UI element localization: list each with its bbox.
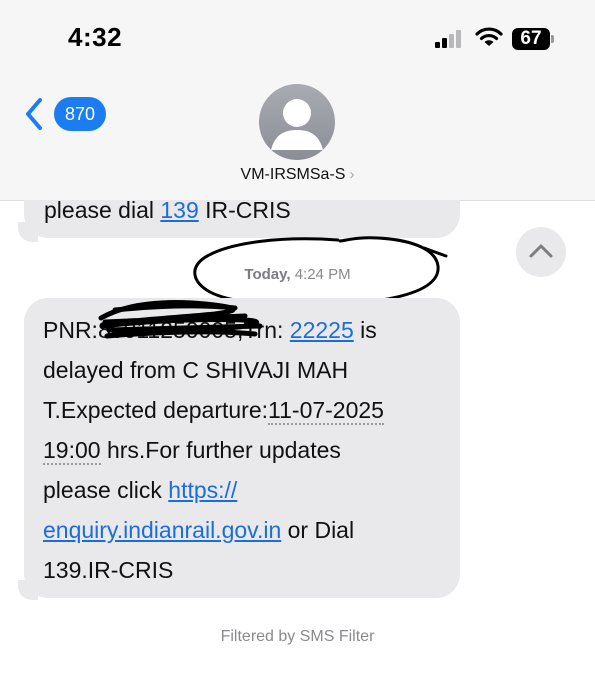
sms-filter-note: Filtered by SMS Filter <box>220 628 375 645</box>
url-link-part2[interactable]: enquiry.indianrail.gov.in <box>43 517 281 543</box>
departure-time[interactable]: 19:00 <box>43 437 101 465</box>
conversation-header: 4:32 67 870 VM-IRSMSa-S › <box>0 0 595 201</box>
line1-tail: is <box>353 317 377 343</box>
chevron-right-icon: › <box>349 166 355 183</box>
phone-link-139[interactable]: 139 <box>160 197 198 223</box>
message-bubble-tail <box>18 580 38 600</box>
unread-count-badge: 870 <box>54 97 107 131</box>
contact-name-label: VM-IRSMSa-S <box>240 166 346 183</box>
departure-date[interactable]: 11-07-2025 <box>268 397 384 425</box>
back-button[interactable]: 870 <box>20 96 110 132</box>
status-time: 4:32 <box>68 22 123 52</box>
redaction-scribble <box>98 300 263 339</box>
previous-message-bubble[interactable]: please dial 139 IR-CRIS <box>24 197 460 238</box>
person-avatar-icon[interactable] <box>259 84 335 160</box>
previous-message-text: please dial 139 IR-CRIS <box>44 190 291 230</box>
message-line-3: T.Expected departure: <box>43 397 269 423</box>
message-line-2: delayed from C SHIVAJI MAH <box>43 357 349 383</box>
url-link-part1[interactable]: https:// <box>168 477 237 503</box>
battery-cap <box>551 35 554 43</box>
avatar-silhouette <box>271 99 323 150</box>
message-line-5: please click <box>43 477 169 503</box>
message-line-7: 139.IR-CRIS <box>43 557 174 583</box>
train-number-link[interactable]: 22225 <box>290 317 354 343</box>
message-line-6: or Dial <box>281 517 355 543</box>
battery-icon: 67 <box>512 28 550 50</box>
chevron-left-icon <box>26 98 42 130</box>
message-line-4: hrs.For further updates <box>100 437 341 463</box>
previous-bubble-tail <box>18 222 38 242</box>
previous-message-start: please dial <box>44 197 161 223</box>
previous-message-end: IR-CRIS <box>198 197 291 223</box>
message-text: PNR:86011250005,Trn: 22225 is delayed fr… <box>43 310 448 590</box>
wifi-icon <box>475 27 503 46</box>
contact-name[interactable]: VM-IRSMSa-S › <box>0 166 595 184</box>
pnr-label: PNR: <box>43 317 98 343</box>
cellular-signal-icon <box>435 30 467 48</box>
